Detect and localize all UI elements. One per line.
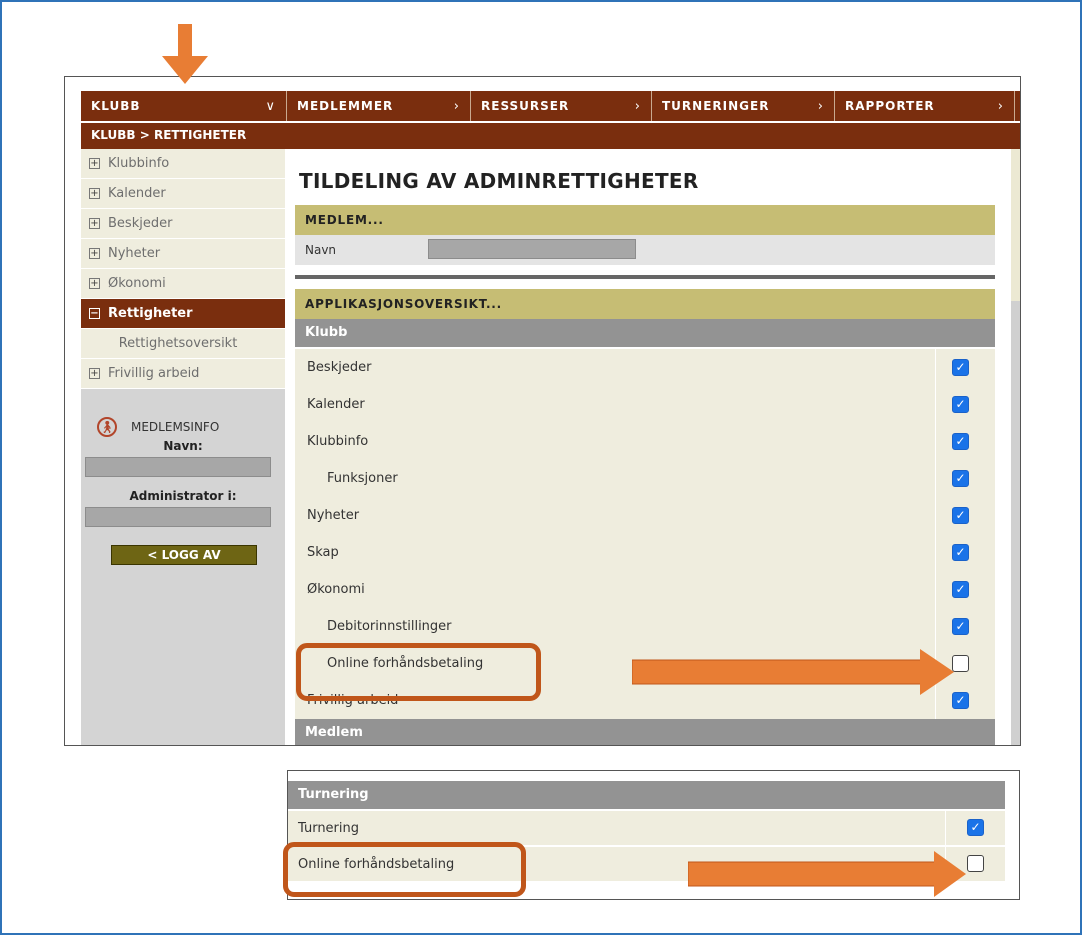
- person-icon: 🚶︎: [97, 417, 117, 437]
- collapse-icon: −: [89, 308, 100, 319]
- permission-row: Klubbinfo ✓: [295, 423, 995, 460]
- sidebar-item-klubbinfo[interactable]: + Klubbinfo: [81, 149, 285, 179]
- annotation-highlight-box: [296, 643, 541, 701]
- chevron-right-icon: ›: [453, 98, 460, 114]
- admin-screenshot: KLUBB ∨ MEDLEMMER › RESSURSER › TURNERIN…: [64, 76, 1021, 746]
- name-label: Navn:: [163, 439, 203, 453]
- divider: [295, 275, 995, 279]
- sidebar-item-label: Rettighetsoversikt: [118, 336, 238, 351]
- permission-checkbox[interactable]: ✓: [952, 544, 969, 561]
- name-row: Navn: [295, 235, 995, 265]
- sidebar-item-label: Frivillig arbeid: [108, 366, 200, 381]
- permission-row: Funksjoner ✓: [295, 460, 995, 497]
- group-header-medlem: Medlem: [295, 719, 995, 745]
- permission-label: Funksjoner: [327, 471, 398, 486]
- memberinfo-panel: 🚶︎ MEDLEMSINFO Navn: Administrator i: < …: [81, 389, 285, 589]
- permission-checkbox[interactable]: ✓: [952, 692, 969, 709]
- permission-checkbox[interactable]: [967, 855, 984, 872]
- sidebar-item-label: Økonomi: [108, 276, 166, 291]
- nav-medlemmer-label: MEDLEMMER: [297, 99, 394, 113]
- nav-medlemmer[interactable]: MEDLEMMER ›: [287, 91, 471, 121]
- permission-label: Skap: [307, 545, 339, 560]
- nav-klubb[interactable]: KLUBB ∨: [81, 91, 287, 121]
- sidebar-item-kalender[interactable]: + Kalender: [81, 179, 285, 209]
- annotation-right-arrow-icon: [632, 649, 954, 695]
- annotation-right-arrow-icon: [688, 851, 966, 897]
- sidebar-item-frivillig-arbeid[interactable]: + Frivillig arbeid: [81, 359, 285, 389]
- permission-checkbox[interactable]: ✓: [952, 396, 969, 413]
- sidebar-item-label: Rettigheter: [108, 306, 193, 321]
- permission-label: Debitorinnstillinger: [327, 619, 452, 634]
- nav-ressurser-label: RESSURSER: [481, 99, 570, 113]
- sidebar-item-beskjeder[interactable]: + Beskjeder: [81, 209, 285, 239]
- permission-checkbox[interactable]: ✓: [952, 359, 969, 376]
- expand-icon: +: [89, 368, 100, 379]
- permission-label: Økonomi: [307, 582, 365, 597]
- chevron-down-icon: ∨: [265, 98, 276, 114]
- permission-label: Nyheter: [307, 508, 360, 523]
- permission-row: Økonomi ✓: [295, 571, 995, 608]
- page-title: TILDELING AV ADMINRETTIGHETER: [299, 169, 699, 193]
- scrollbar[interactable]: [1011, 149, 1020, 745]
- name-value-redacted: [85, 457, 271, 477]
- permission-checkbox[interactable]: [952, 655, 969, 672]
- permission-row: Beskjeder ✓: [295, 349, 995, 386]
- permission-checkbox[interactable]: ✓: [952, 507, 969, 524]
- permission-label: Turnering: [298, 820, 360, 836]
- sidebar-item-okonomi[interactable]: + Økonomi: [81, 269, 285, 299]
- member-section-header[interactable]: MEDLEM...: [295, 205, 995, 235]
- expand-icon: +: [89, 218, 100, 229]
- chevron-right-icon: ›: [997, 98, 1004, 114]
- sidebar-item-rettigheter[interactable]: − Rettigheter: [81, 299, 285, 329]
- permission-label: Beskjeder: [307, 360, 372, 375]
- annotation-down-arrow-icon: [162, 24, 208, 84]
- permission-row: Nyheter ✓: [295, 497, 995, 534]
- admin-label: Administrator i:: [129, 489, 237, 503]
- group-header-turnering: Turnering: [288, 781, 1005, 809]
- permission-row: Skap ✓: [295, 534, 995, 571]
- permission-checkbox[interactable]: ✓: [967, 819, 984, 836]
- sidebar-item-label: Beskjeder: [108, 216, 173, 231]
- nav-klubb-label: KLUBB: [91, 99, 141, 113]
- permission-label: Kalender: [307, 397, 365, 412]
- permission-checkbox[interactable]: ✓: [952, 581, 969, 598]
- memberinfo-header: 🚶︎ MEDLEMSINFO: [97, 417, 219, 437]
- permission-checkbox[interactable]: ✓: [952, 433, 969, 450]
- expand-icon: +: [89, 158, 100, 169]
- permission-row: Kalender ✓: [295, 386, 995, 423]
- group-header-klubb: Klubb: [295, 319, 995, 347]
- sidebar-item-rettighetsoversikt[interactable]: Rettighetsoversikt: [81, 329, 285, 359]
- nav-turneringer-label: TURNERINGER: [662, 99, 770, 113]
- expand-icon: +: [89, 278, 100, 289]
- nav-rapporter-label: RAPPORTER: [845, 99, 935, 113]
- name-field-redacted: [428, 239, 636, 259]
- app-section-header[interactable]: APPLIKASJONSOVERSIKT...: [295, 289, 995, 319]
- sidebar: + Klubbinfo + Kalender + Beskjeder + Nyh…: [81, 149, 285, 745]
- annotation-highlight-box: [283, 842, 526, 897]
- admin-value-redacted: [85, 507, 271, 527]
- expand-icon: +: [89, 188, 100, 199]
- permission-checkbox[interactable]: ✓: [952, 618, 969, 635]
- top-nav: KLUBB ∨ MEDLEMMER › RESSURSER › TURNERIN…: [81, 91, 1020, 121]
- expand-icon: +: [89, 248, 100, 259]
- breadcrumb: KLUBB > RETTIGHETER: [81, 123, 1020, 149]
- nav-ressurser[interactable]: RESSURSER ›: [471, 91, 652, 121]
- sidebar-item-label: Kalender: [108, 186, 166, 201]
- permission-row: Debitorinnstillinger ✓: [295, 608, 995, 645]
- logout-button[interactable]: < LOGG AV: [111, 545, 257, 565]
- permission-row: Turnering ✓: [288, 811, 1005, 845]
- chevron-right-icon: ›: [817, 98, 824, 114]
- sidebar-item-nyheter[interactable]: + Nyheter: [81, 239, 285, 269]
- sidebar-item-label: Nyheter: [108, 246, 161, 261]
- nav-rapporter[interactable]: RAPPORTER ›: [835, 91, 1015, 121]
- sidebar-item-label: Klubbinfo: [108, 156, 170, 171]
- permission-checkbox[interactable]: ✓: [952, 470, 969, 487]
- permission-label: Klubbinfo: [307, 434, 369, 449]
- name-field-label: Navn: [305, 243, 337, 257]
- chevron-right-icon: ›: [634, 98, 641, 114]
- memberinfo-title: MEDLEMSINFO: [131, 420, 220, 434]
- nav-turneringer[interactable]: TURNERINGER ›: [652, 91, 835, 121]
